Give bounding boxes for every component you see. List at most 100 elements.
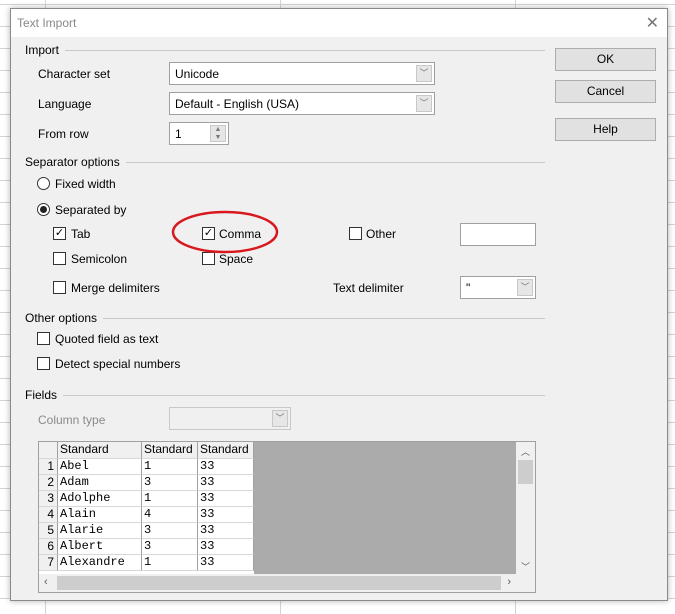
table-cell: 33 (198, 459, 254, 475)
row-number: 2 (39, 475, 58, 491)
table-row: 7 Alexandre 1 33 (39, 555, 254, 571)
dialog-title: Text Import (17, 16, 77, 30)
other-input[interactable] (460, 223, 536, 246)
section-label: Import (25, 43, 60, 57)
table-cell: 4 (142, 507, 198, 523)
table-cell: 3 (142, 539, 198, 555)
row-number: 6 (39, 539, 58, 555)
table-cell: 33 (198, 475, 254, 491)
chevron-right-icon[interactable]: › (507, 576, 511, 588)
table-cell: Alain (58, 507, 142, 523)
empty-area (254, 442, 517, 575)
chevron-down-icon: ﹀ (272, 410, 288, 427)
table-header-row: Standard Standard Standard (39, 442, 254, 459)
charset-select[interactable]: Unicode ﹀ (169, 62, 435, 85)
chevron-left-icon[interactable]: ‹ (44, 576, 48, 588)
row-number: 7 (39, 555, 58, 571)
chevron-down-icon[interactable]: ﹀ (416, 65, 432, 82)
horizontal-scrollbar[interactable]: ‹ › (39, 574, 535, 592)
scroll-thumb[interactable] (57, 576, 501, 590)
row-number: 5 (39, 523, 58, 539)
table-cell: Alexandre (58, 555, 142, 571)
charset-label: Character set (38, 67, 111, 81)
table-row: 2 Adam 3 33 (39, 475, 254, 491)
text-delimiter-value: " (466, 281, 471, 295)
table-cell: Alarie (58, 523, 142, 539)
table-cell: 33 (198, 555, 254, 571)
semicolon-checkbox[interactable] (53, 252, 66, 265)
semicolon-label: Semicolon (71, 252, 128, 266)
chevron-up-icon[interactable]: ︿ (521, 445, 530, 458)
text-delimiter-select[interactable]: " ﹀ (460, 276, 536, 299)
separated-by-radio[interactable] (37, 203, 50, 216)
tab-checkbox[interactable]: ✓ (53, 227, 66, 240)
text-delimiter-label: Text delimiter (333, 281, 404, 295)
ok-button[interactable]: OK (555, 48, 656, 71)
fields-preview-table[interactable]: Standard Standard Standard 1 Abel 1 33 2 Adam… (38, 441, 536, 593)
table-cell: 33 (198, 491, 254, 507)
from-row-label: From row (38, 127, 89, 141)
scroll-thumb[interactable] (518, 460, 533, 484)
table-row: 6 Albert 3 33 (39, 539, 254, 555)
help-button[interactable]: Help (555, 118, 656, 141)
table-cell: 33 (198, 523, 254, 539)
fixed-width-radio[interactable] (37, 177, 50, 190)
table-row: 1 Abel 1 33 (39, 459, 254, 475)
table-cell: 33 (198, 539, 254, 555)
language-value: Default - English (USA) (175, 97, 300, 111)
row-number: 4 (39, 507, 58, 523)
column-header[interactable]: Standard (142, 442, 198, 459)
separated-by-label: Separated by (55, 203, 127, 217)
column-type-select: ﹀ (169, 407, 291, 430)
from-row-value: 1 (175, 127, 182, 141)
chevron-down-icon[interactable]: ﹀ (521, 560, 530, 573)
table-row: 4 Alain 4 33 (39, 507, 254, 523)
table-cell: Albert (58, 539, 142, 555)
chevron-down-icon[interactable]: ﹀ (416, 95, 432, 112)
other-checkbox[interactable] (349, 227, 362, 240)
table-cell: 1 (142, 491, 198, 507)
cancel-button[interactable]: Cancel (555, 80, 656, 103)
red-annotation-ellipse (171, 210, 279, 254)
section-label: Fields (25, 388, 58, 402)
table-cell: Abel (58, 459, 142, 475)
text-import-dialog: Text Import ✕ Import Character set Unico… (10, 8, 668, 601)
chevron-down-icon[interactable]: ﹀ (517, 279, 533, 296)
table-cell: 33 (198, 507, 254, 523)
column-type-label: Column type (38, 413, 106, 427)
charset-value: Unicode (175, 67, 220, 81)
corner-cell (39, 442, 58, 459)
table-row: 5 Alarie 3 33 (39, 523, 254, 539)
table-cell: Adolphe (58, 491, 142, 507)
table-cell: 3 (142, 523, 198, 539)
table-cell: 3 (142, 475, 198, 491)
import-section: Import (25, 43, 545, 57)
detect-special-numbers-checkbox[interactable] (37, 357, 50, 370)
column-header[interactable]: Standard (198, 442, 254, 459)
row-number: 3 (39, 491, 58, 507)
language-select[interactable]: Default - English (USA) ﹀ (169, 92, 435, 115)
quoted-field-label: Quoted field as text (55, 332, 159, 346)
detect-special-numbers-label: Detect special numbers (55, 357, 181, 371)
table-cell: Adam (58, 475, 142, 491)
section-label: Other options (25, 311, 98, 325)
language-label: Language (38, 97, 92, 111)
vertical-scrollbar[interactable]: ︿ ﹀ (516, 442, 535, 575)
tab-label: Tab (71, 227, 91, 241)
fields-section: Fields (25, 388, 545, 402)
merge-delimiters-label: Merge delimiters (71, 281, 160, 295)
from-row-spinner[interactable]: 1 ▲ ▼ (169, 122, 229, 145)
column-header[interactable]: Standard (58, 442, 142, 459)
merge-delimiters-checkbox[interactable] (53, 281, 66, 294)
spin-arrows-icon[interactable]: ▲ ▼ (210, 125, 226, 142)
table-cell: 1 (142, 459, 198, 475)
quoted-field-checkbox[interactable] (37, 332, 50, 345)
close-icon[interactable]: ✕ (646, 13, 659, 33)
other-label: Other (366, 227, 397, 241)
section-label: Separator options (25, 155, 120, 169)
other-options-section: Other options (25, 311, 545, 325)
separator-section: Separator options (25, 155, 545, 169)
title-bar: Text Import ✕ (11, 9, 667, 37)
fixed-width-label: Fixed width (55, 177, 116, 191)
row-number: 1 (39, 459, 58, 475)
